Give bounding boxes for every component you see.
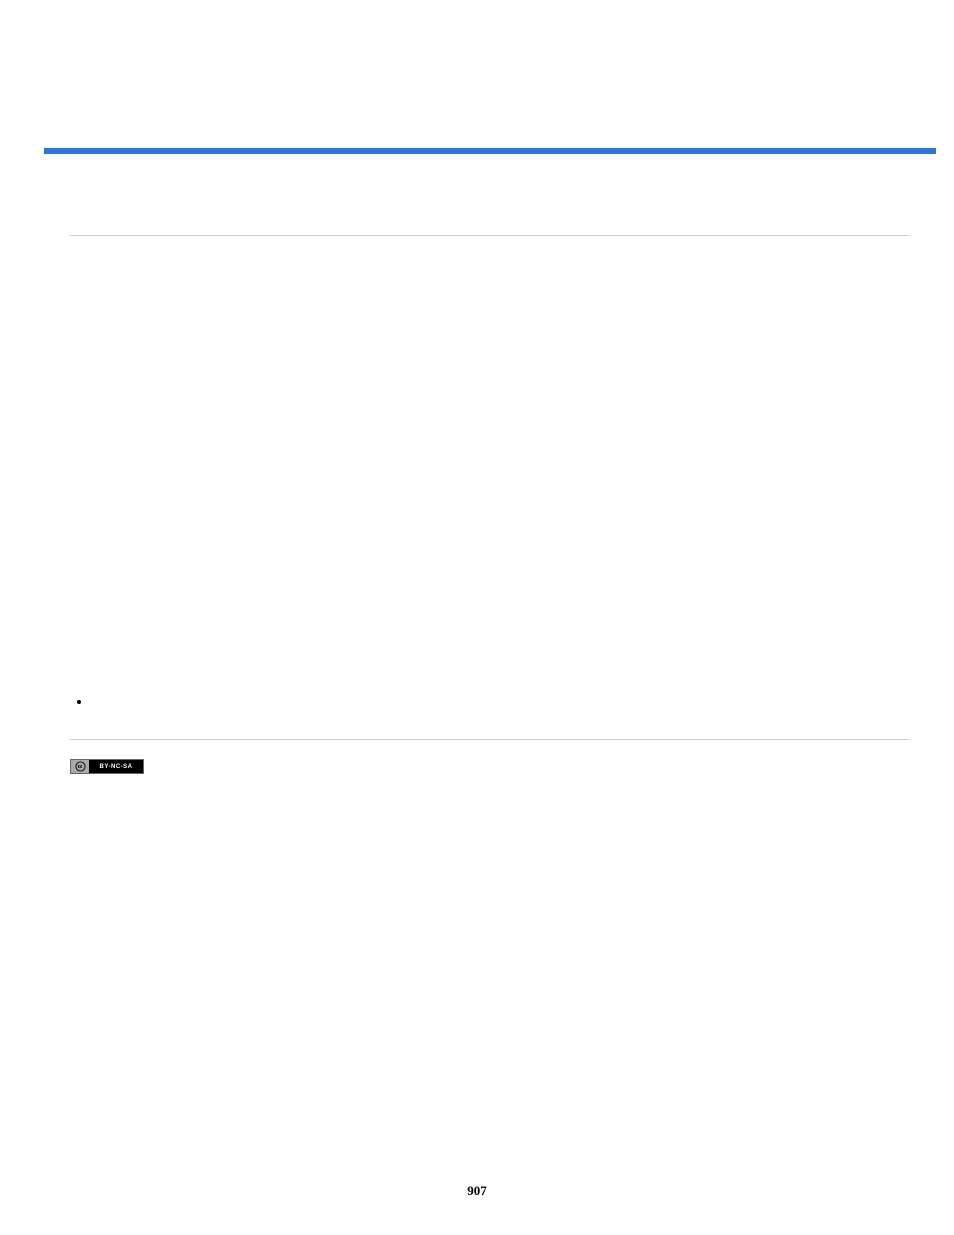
cc-badge-text: BY-NC-SA <box>89 760 143 773</box>
cc-logo-icon <box>71 760 89 773</box>
header-accent-bar <box>44 148 936 154</box>
section-divider-top <box>70 235 909 236</box>
section-divider-bottom <box>70 739 909 740</box>
bullet-point <box>77 700 81 704</box>
cc-license-badge: BY-NC-SA <box>70 759 144 774</box>
page-number: 907 <box>0 1183 954 1199</box>
